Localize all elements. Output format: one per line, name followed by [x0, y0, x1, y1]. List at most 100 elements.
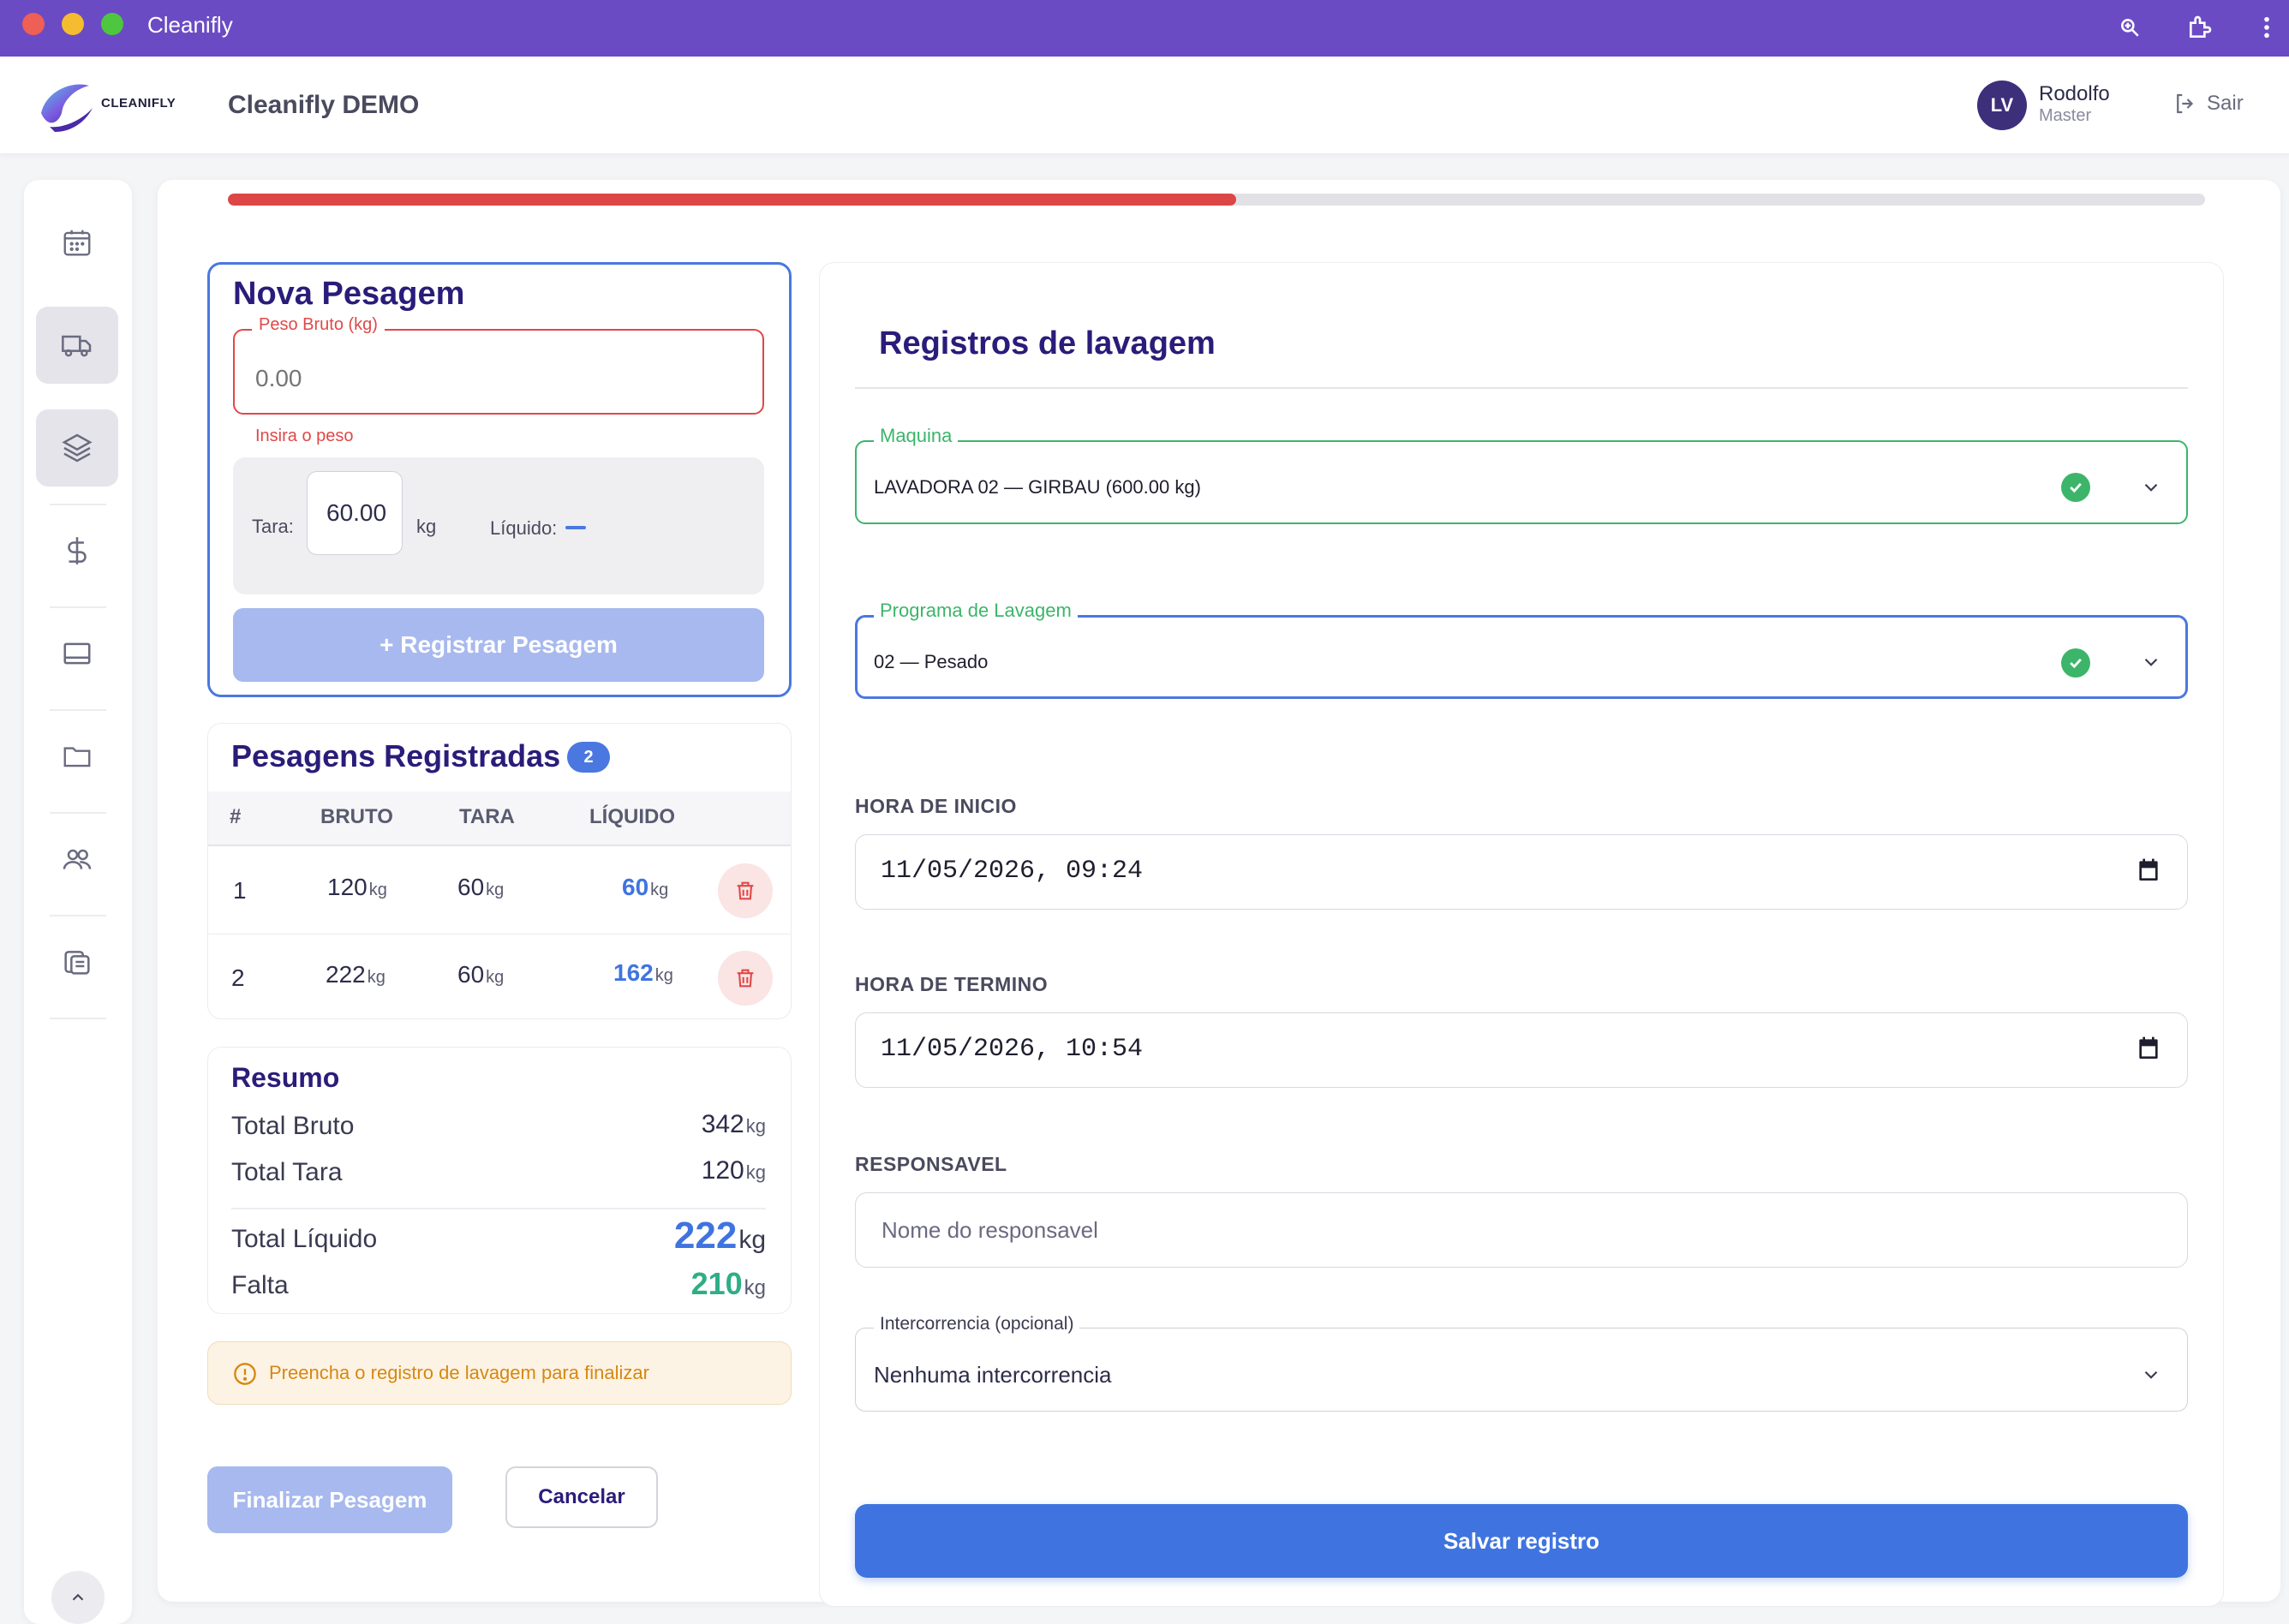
monitor-icon: [63, 642, 91, 665]
intercorrencia-value: Nenhuma intercorrencia: [874, 1362, 1112, 1388]
peso-bruto-input[interactable]: [255, 365, 735, 392]
row-bruto: 120 kg: [327, 874, 387, 900]
liquido-empty-indicator: [565, 526, 586, 529]
registrar-pesagem-button[interactable]: + Registrar Pesagem: [233, 608, 764, 682]
cancelar-button[interactable]: Cancelar: [505, 1466, 658, 1528]
peso-error-message: Insira o peso: [255, 427, 354, 445]
sidebar-item-finance[interactable]: [36, 512, 118, 589]
total-bruto-label: Total Bruto: [231, 1112, 355, 1140]
nova-pesagem-title: Nova Pesagem: [233, 276, 465, 312]
calendar-icon: [63, 230, 91, 256]
tara-unit: kg: [416, 516, 437, 537]
row-liquido: 162 kg: [613, 959, 673, 986]
column-header-bruto: BRUTO: [320, 805, 393, 828]
sidebar-item-monitor[interactable]: [36, 615, 118, 692]
programa-check-icon: [2061, 648, 2090, 678]
user-avatar[interactable]: LV: [1977, 81, 2027, 130]
pesagens-count-badge: 2: [567, 742, 610, 773]
total-tara-label: Total Tara: [231, 1158, 343, 1186]
warning-alert-text: Preencha o registro de lavagem para fina…: [269, 1362, 649, 1383]
user-role: Master: [2039, 106, 2092, 125]
maquina-check-icon: [2061, 473, 2090, 502]
delete-row-button[interactable]: [718, 951, 773, 1006]
sidebar-item-folder[interactable]: [36, 718, 118, 795]
resumo-title: Resumo: [231, 1062, 340, 1093]
chevron-down-icon[interactable]: [2140, 476, 2162, 499]
sidebar-item-documents[interactable]: [36, 923, 118, 1000]
hora-termino-label: HORA DE TERMINO: [855, 973, 1049, 995]
total-tara-value: 120kg: [701, 1156, 766, 1185]
window-title: Cleanifly: [147, 12, 233, 38]
zoom-icon[interactable]: [2113, 10, 2147, 45]
column-header-tara: TARA: [459, 805, 515, 828]
folder-icon: [63, 747, 91, 767]
calendar-picker-icon[interactable]: [2135, 1035, 2162, 1062]
row-tara: 60 kg: [457, 961, 505, 988]
pesagens-registradas-title: Pesagens Registradas: [231, 738, 561, 773]
programa-lavagem-label: Programa de Lavagem: [874, 600, 1078, 622]
progress-fill: [228, 194, 1237, 206]
maquina-label: Maquina: [874, 425, 959, 447]
users-icon: [63, 849, 92, 869]
sidebar-item-calendar[interactable]: [36, 204, 118, 281]
registros-lavagem-title: Registros de lavagem: [879, 325, 1216, 361]
hora-inicio-label: HORA DE INICIO: [855, 795, 1017, 817]
logout-icon: [2177, 93, 2194, 114]
sidebar: [24, 180, 132, 1624]
hora-inicio-value: 11/05/2026, 09:24: [881, 857, 1144, 886]
delete-row-button[interactable]: [718, 863, 773, 918]
column-header-number: #: [230, 805, 242, 828]
responsavel-input[interactable]: [855, 1192, 2188, 1268]
total-liquido-label: Total Líquido: [231, 1225, 378, 1253]
chevron-down-icon[interactable]: [2140, 1364, 2162, 1386]
chevron-up-icon: [72, 1593, 84, 1601]
close-window-button[interactable]: [22, 13, 45, 35]
dollar-icon: [68, 537, 87, 564]
column-header-liquido: LÍQUIDO: [589, 805, 675, 828]
minimize-window-button[interactable]: [62, 13, 84, 35]
window-titlebar: Cleanifly: [0, 0, 2289, 57]
row-bruto: 222 kg: [326, 961, 385, 988]
app-title: Cleanifly DEMO: [228, 91, 420, 119]
chevron-down-icon[interactable]: [2140, 651, 2162, 673]
intercorrencia-label: Intercorrencia (opcional): [874, 1314, 1080, 1334]
trash-icon: [737, 969, 754, 988]
peso-bruto-label: Peso Bruto (kg): [252, 315, 385, 335]
row-liquido: 60 kg: [622, 874, 669, 900]
sidebar-item-layers[interactable]: [36, 409, 118, 487]
logout-label: Sair: [2207, 92, 2244, 115]
falta-label: Falta: [231, 1271, 289, 1299]
programa-lavagem-select[interactable]: [855, 615, 2188, 699]
extensions-icon[interactable]: [2183, 10, 2217, 45]
maquina-value: LAVADORA 02 — GIRBAU (600.00 kg): [874, 476, 1201, 498]
logo-text: CLEANIFLY: [101, 96, 176, 110]
finalizar-pesagem-button[interactable]: Finalizar Pesagem: [207, 1466, 452, 1533]
tara-input[interactable]: [307, 471, 403, 555]
truck-icon: [62, 335, 92, 357]
sidebar-item-delivery[interactable]: [36, 307, 118, 384]
liquido-label: Líquido:: [490, 517, 558, 539]
tara-label: Tara:: [252, 516, 294, 537]
row-number: 2: [231, 964, 245, 991]
trash-icon: [737, 881, 754, 900]
row-number: 1: [233, 877, 247, 904]
warning-icon: [234, 1363, 256, 1385]
total-liquido-value: 222kg: [673, 1215, 766, 1257]
falta-value: 210kg: [690, 1266, 766, 1301]
progress-bar: [228, 194, 2205, 206]
more-menu-icon[interactable]: [2250, 10, 2284, 45]
scroll-up-button[interactable]: [51, 1571, 105, 1624]
calendar-picker-icon[interactable]: [2135, 857, 2162, 884]
sidebar-item-users[interactable]: [36, 821, 118, 898]
responsavel-label: RESPONSAVEL: [855, 1153, 1007, 1175]
maximize-window-button[interactable]: [101, 13, 123, 35]
user-name: Rodolfo: [2039, 82, 2110, 105]
programa-lavagem-value: 02 — Pesado: [874, 651, 989, 672]
row-tara: 60 kg: [457, 874, 505, 900]
layers-icon: [62, 433, 93, 463]
documents-icon: [64, 951, 90, 975]
logout-button[interactable]: Sair: [2172, 91, 2244, 116]
total-bruto-value: 342kg: [701, 1110, 766, 1138]
salvar-registro-button[interactable]: Salvar registro: [855, 1504, 2188, 1578]
hora-termino-value: 11/05/2026, 10:54: [881, 1035, 1144, 1064]
